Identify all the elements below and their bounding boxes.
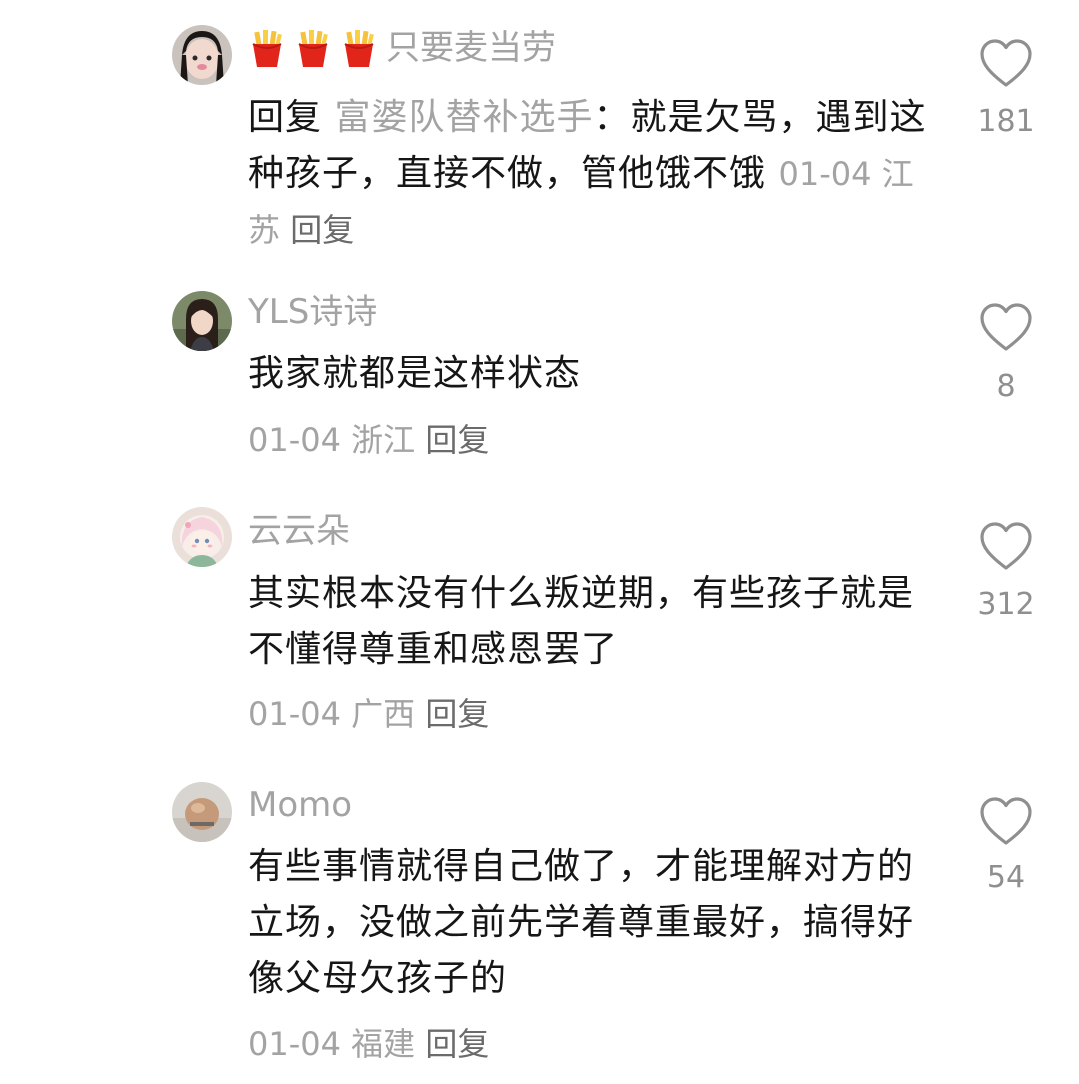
- username[interactable]: 云云朵: [248, 511, 350, 551]
- heart-outline-icon[interactable]: [978, 795, 1034, 847]
- reply-to-username[interactable]: 富婆队替补选手: [334, 97, 593, 138]
- like-count: 8: [996, 369, 1016, 404]
- comment-text[interactable]: 有些事情就得自己做了，才能理解对方的立场，没做之前先学着尊重最好，搞得好像父母欠…: [248, 839, 938, 1007]
- username-text[interactable]: 只要麦当劳: [386, 28, 556, 68]
- heart-outline-icon[interactable]: [978, 520, 1034, 572]
- comment-location: 浙江: [351, 421, 416, 459]
- like-count: 54: [986, 860, 1026, 895]
- fries-emoji-icon: [340, 28, 378, 68]
- comment-date: 01-04: [248, 695, 341, 733]
- comment-date: 01-04: [248, 1025, 341, 1063]
- heart-outline-icon[interactable]: [978, 301, 1034, 353]
- comment-meta: 01-04 广西 回复: [248, 694, 489, 734]
- reply-button[interactable]: 回复: [425, 695, 489, 733]
- reply-separator: ：: [593, 97, 631, 138]
- username[interactable]: YLS诗诗: [248, 292, 377, 332]
- comment-date: 01-04: [778, 155, 872, 193]
- reply-button[interactable]: 回复: [290, 211, 354, 249]
- avatar[interactable]: [172, 25, 232, 85]
- comment-location: 福建: [351, 1025, 416, 1063]
- fries-emoji-icon: [248, 28, 286, 68]
- avatar[interactable]: [172, 507, 232, 567]
- fries-emoji-icon: [294, 28, 332, 68]
- reply-button[interactable]: 回复: [425, 1025, 489, 1063]
- comment-location: 广西: [351, 695, 416, 733]
- comment-date: 01-04: [248, 421, 341, 459]
- comment-text[interactable]: 回复 富婆队替补选手：就是欠骂，遇到这种孩子，直接不做，管他饿不饿 01-04 …: [248, 90, 938, 258]
- reply-button[interactable]: 回复: [425, 421, 489, 459]
- username[interactable]: 只要麦当劳: [248, 28, 556, 68]
- username[interactable]: Momo: [248, 785, 352, 825]
- heart-outline-icon[interactable]: [978, 37, 1034, 89]
- comment-meta: 01-04 福建 回复: [248, 1024, 489, 1064]
- like-count: 181: [977, 104, 1035, 139]
- avatar[interactable]: [172, 291, 232, 351]
- comment-text[interactable]: 我家就都是这样状态: [248, 346, 938, 402]
- reply-prefix: 回复: [248, 97, 323, 138]
- comment-text[interactable]: 其实根本没有什么叛逆期，有些孩子就是不懂得尊重和感恩罢了: [248, 566, 938, 678]
- comment-meta: 01-04 浙江 回复: [248, 420, 489, 460]
- avatar[interactable]: [172, 782, 232, 842]
- like-count: 312: [977, 587, 1035, 622]
